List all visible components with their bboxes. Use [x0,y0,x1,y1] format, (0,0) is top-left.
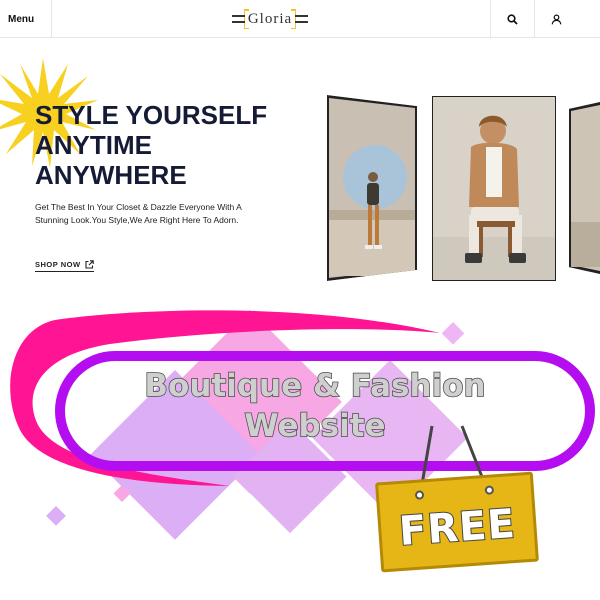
menu-label: Menu [8,13,35,25]
account-button[interactable] [534,0,578,38]
hero-heading-line: ANYTIME [35,130,152,160]
model-photo-left-image [327,95,417,281]
external-link-icon [84,260,94,269]
hero-heading-line: ANYWHERE [35,160,187,190]
free-tag: FREE [375,471,539,573]
promo-title: Boutique & Fashion Website [115,366,515,446]
promo-title-line: Boutique & Fashion [144,367,487,405]
search-icon [507,13,518,25]
menu-button[interactable]: Menu [0,0,52,38]
diamond-shape [441,322,465,345]
logo[interactable]: Gloria [230,6,310,32]
tag-hole [484,485,495,495]
promo-title-line: Website [244,407,387,445]
free-tag-label: FREE [397,500,519,556]
model-photo-left[interactable] [327,95,417,281]
header: Menu Gloria [0,0,600,38]
hero-heading-line: STYLE YOURSELF [35,100,268,130]
user-icon [551,14,562,24]
tag-hole [414,490,425,500]
hero-heading: STYLE YOURSELF ANYTIME ANYWHERE [35,100,295,190]
model-photo-right-image [571,105,600,271]
search-button[interactable] [490,0,534,38]
model-photo-right[interactable] [569,102,600,274]
model-photo-center[interactable] [432,96,556,281]
shop-now-label: SHOP NOW [35,260,81,269]
diamond-shape [46,505,66,526]
model-photo-center-image [433,97,555,280]
hero-description: Get The Best In Your Closet & Dazzle Eve… [35,202,242,225]
logo-text: Gloria [244,10,296,28]
shop-now-link[interactable]: SHOP NOW [35,258,94,272]
